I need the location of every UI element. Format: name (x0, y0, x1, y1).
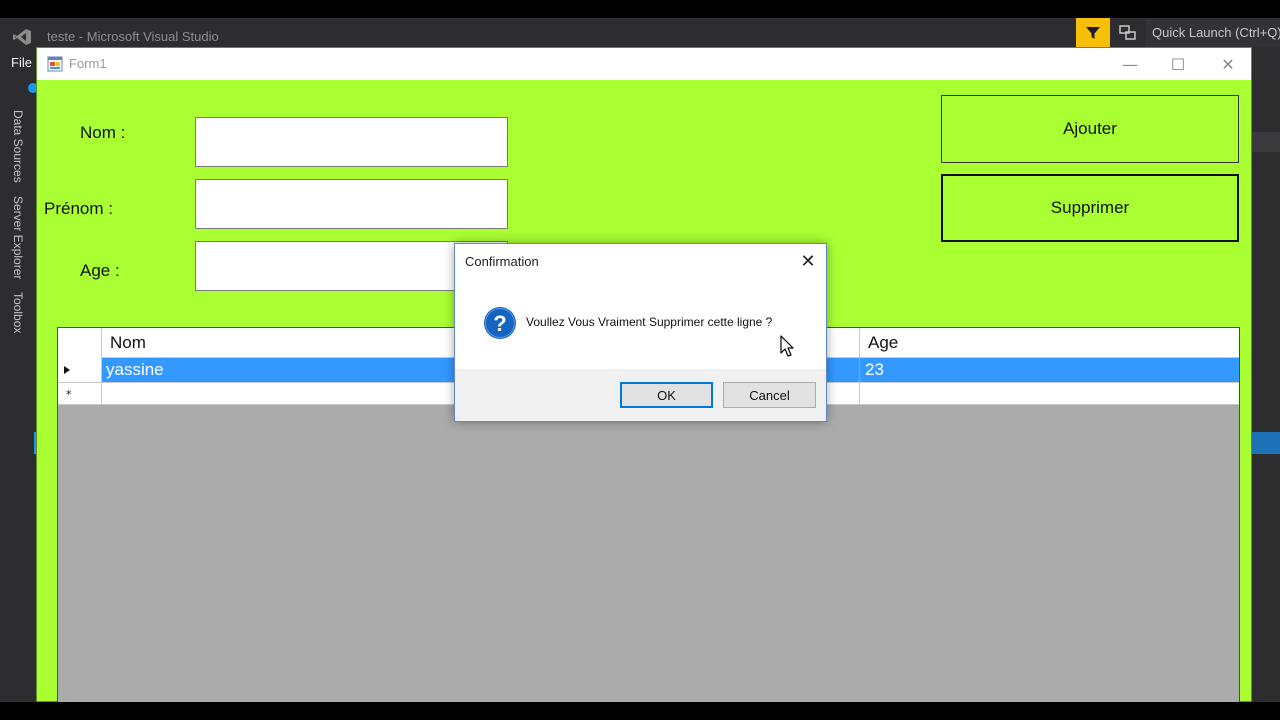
confirmation-dialog: Confirmation ✕ ? Voullez Vous Vraiment S… (454, 243, 827, 422)
minimize-button[interactable]: — (1107, 48, 1153, 80)
new-row-marker: * (66, 388, 72, 401)
close-button[interactable]: ✕ (1205, 48, 1251, 80)
column-divider (859, 383, 860, 404)
form-app-icon (47, 56, 63, 72)
dialog-footer: OK Cancel (455, 369, 826, 421)
ajouter-button[interactable]: Ajouter (941, 95, 1239, 163)
prenom-label: Prénom : (44, 199, 113, 218)
quick-launch-input[interactable]: Quick Launch (Ctrl+Q) (1146, 19, 1280, 47)
side-tab-toolbox[interactable]: Toolbox (11, 292, 25, 333)
prenom-input[interactable] (195, 179, 508, 229)
current-row-arrow-icon (64, 366, 70, 374)
form-title: Form1 (69, 56, 107, 71)
row-header-selected[interactable] (58, 358, 102, 382)
ok-button[interactable]: OK (620, 382, 713, 408)
side-tab-data-sources[interactable]: Data Sources (11, 110, 25, 183)
column-divider (859, 358, 860, 382)
side-tab-server-explorer[interactable]: Server Explorer (11, 196, 25, 279)
supprimer-button[interactable]: Supprimer (941, 174, 1239, 242)
maximize-button[interactable]: ☐ (1155, 48, 1201, 80)
question-icon: ? (483, 306, 517, 340)
feedback-filter-icon[interactable] (1076, 18, 1110, 48)
column-header-nom[interactable]: Nom (110, 333, 146, 353)
svg-text:?: ? (493, 311, 506, 336)
screen: { "ide": { "title": "teste - Microsoft V… (0, 0, 1280, 720)
column-divider (859, 328, 860, 358)
visual-studio-logo-icon (12, 28, 32, 46)
cell-nom[interactable]: yassine (106, 360, 164, 380)
vs-right-panel-highlight (1252, 432, 1280, 454)
dialog-message: Voullez Vous Vraiment Supprimer cette li… (526, 315, 773, 329)
screen-bottom-edge (0, 702, 1280, 720)
age-label: Age : (80, 261, 120, 280)
vs-window-title: teste - Microsoft Visual Studio (47, 29, 219, 44)
grid-corner-header[interactable] (58, 328, 102, 358)
live-share-icon[interactable] (1116, 22, 1140, 44)
column-header-age[interactable]: Age (868, 333, 898, 353)
dialog-close-button[interactable]: ✕ (793, 249, 823, 273)
menu-file[interactable]: File (11, 55, 32, 70)
dialog-title: Confirmation (465, 254, 539, 269)
vs-right-panel-line (1252, 132, 1280, 152)
form-title-bar[interactable]: Form1 — ☐ ✕ (37, 48, 1251, 80)
cell-age[interactable]: 23 (865, 360, 884, 380)
nom-input[interactable] (195, 117, 508, 167)
mouse-cursor-icon (780, 335, 796, 359)
cancel-button[interactable]: Cancel (723, 382, 816, 408)
row-header-new[interactable]: * (58, 382, 102, 405)
nom-label: Nom : (80, 123, 126, 142)
